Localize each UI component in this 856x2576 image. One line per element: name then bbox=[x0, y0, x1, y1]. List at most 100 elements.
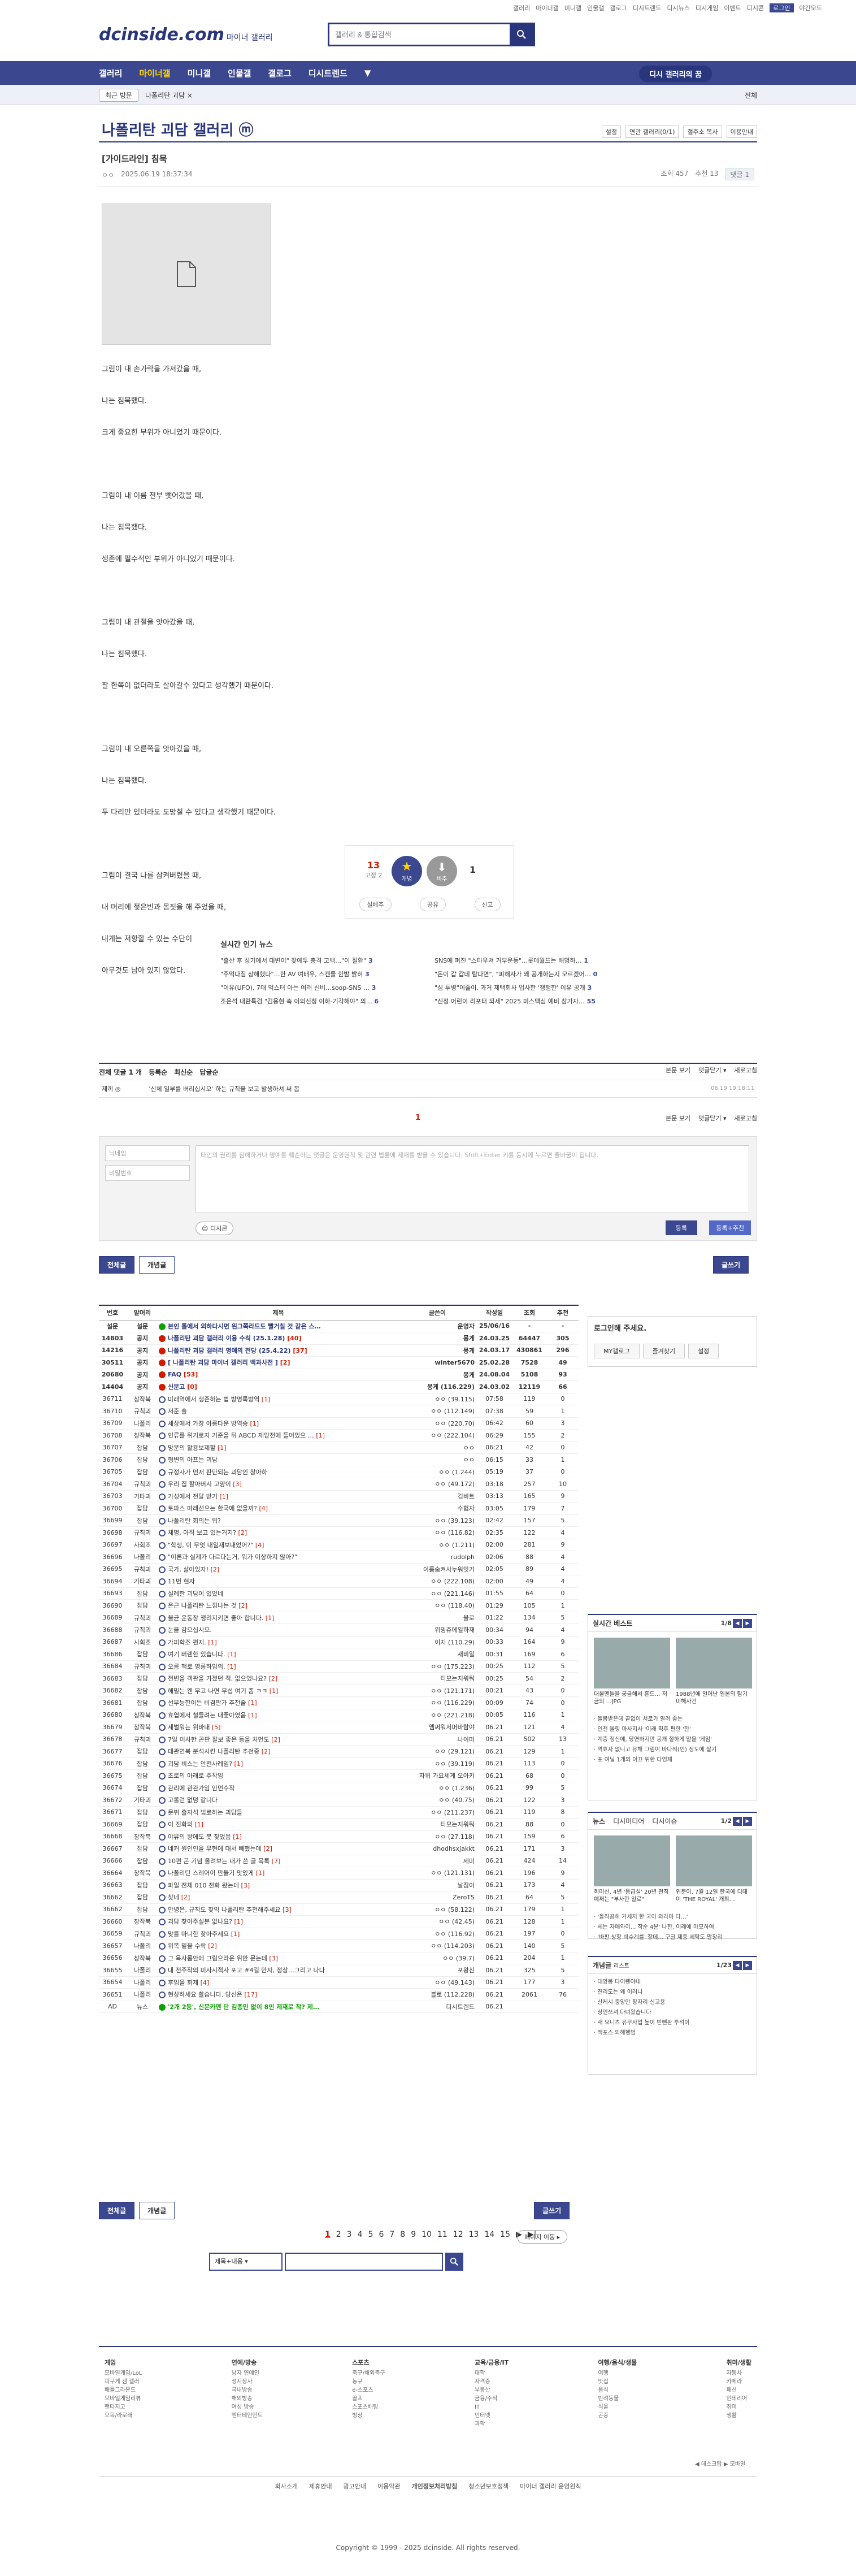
post-writer[interactable]: ㅇㅇ (112.149) bbox=[398, 1405, 477, 1418]
footer-column-title[interactable]: 여행/음식/생물 bbox=[598, 2358, 637, 2367]
recent-gallery-chip[interactable]: 나폴리탄 괴담 × bbox=[145, 90, 193, 100]
table-row[interactable]: 36660 창작북 괴담 찾아주실분 없나요? [1] ㅇㅇ (42.45) 06.21… bbox=[99, 1915, 579, 1928]
footer-link[interactable]: 모바일게임/LoL bbox=[105, 2369, 142, 2378]
post-subject-text[interactable]: 나폴리탄 회의는 뭐? bbox=[168, 1517, 221, 1525]
table-row[interactable]: 설문 설문 본인 톨에서 외하다시면 왼그쪽라드도 빨거칠 것 같은 스… 운영자 25… bbox=[99, 1320, 579, 1332]
comment-action[interactable]: 새로고침 bbox=[735, 1114, 757, 1123]
post-writer[interactable]: ㅇㅇ (221.218) bbox=[398, 1709, 477, 1721]
news-link[interactable]: SNS에 퍼진 "스타우쳐 거부운동"…롯데월드는 해명하… bbox=[434, 957, 582, 964]
table-row[interactable]: 36693 잡담 실례한 괴담이 있었네 ㅇㅇ (221.146) 01:55 64 0 bbox=[99, 1587, 579, 1600]
news-item[interactable]: "돈이 갑 갑데 탐다면", "피해자가 왜 공개하는지 모르겠어… 0 bbox=[434, 969, 638, 979]
post-writer[interactable]: 위밍쥬에일하재 bbox=[398, 1623, 477, 1636]
footer-link[interactable]: 패션 bbox=[726, 2386, 751, 2395]
post-subject[interactable]: 괴담 찾아주실분 없나요? [1] bbox=[159, 1915, 398, 1928]
news-link[interactable]: "신정 어린이 리포터 되세" 2025 미스맥심 예비 참가자… bbox=[434, 998, 585, 1005]
post-writer[interactable]: 몽게 (116.229) bbox=[398, 1380, 477, 1393]
comment-action[interactable]: 댓글닫기 ▾ bbox=[698, 1114, 727, 1123]
news-item[interactable]: "출산 후 성기에서 대변이" 잦에두 충격 고백…"이 질환" 3 bbox=[220, 956, 424, 965]
page-link[interactable]: 13 bbox=[469, 2230, 479, 2239]
table-row[interactable]: 36690 잡담 은근 나폴리탄 느낌나는 것 [2] ㅇㅇ (118.40) 01:2… bbox=[99, 1599, 579, 1612]
post-subject-text[interactable]: 야뮤의 왕에도 봇 찾었음 bbox=[168, 1833, 231, 1841]
post-subject-text[interactable]: 가성에서 전달 받기 bbox=[168, 1493, 218, 1500]
page-link[interactable]: 15 bbox=[500, 2230, 510, 2239]
post-writer[interactable]: ㅇㅇ (121.131) bbox=[398, 1867, 477, 1880]
login-title[interactable]: 로그인해 주세요. bbox=[588, 1317, 757, 1339]
news-link[interactable]: 조은석 내란특검 "김용현 측 이의신청 이하-기각해야" 의… bbox=[220, 998, 372, 1005]
table-row[interactable]: 36681 잡담 선무능한이든 비겸판가 추천줄 [1] ㅇㅇ (116.229) 00… bbox=[99, 1696, 579, 1709]
footer-bottom-link[interactable]: 이용약관 bbox=[377, 2482, 400, 2491]
thumb-item[interactable]: 대물맨들을 궁금해서 흔드… 저금의 …JPG bbox=[594, 1638, 670, 1705]
footer-bottom-link[interactable]: 개인정보처리방침 bbox=[411, 2482, 457, 2491]
news-tab-issue[interactable]: 디시이슈 bbox=[652, 1816, 677, 1826]
post-writer[interactable]: 엠쩌워서머바람야 bbox=[398, 1721, 477, 1734]
reply-count[interactable]: [1] bbox=[229, 1930, 240, 1938]
footer-bottom-link[interactable]: 청소년보호정책 bbox=[468, 2482, 509, 2491]
reply-count[interactable]: [2] bbox=[262, 1845, 272, 1852]
post-subject[interactable]: 11번 현자 bbox=[159, 1575, 398, 1588]
comment-sort-tab[interactable]: 최신순 bbox=[174, 1067, 193, 1077]
bottom-write-button[interactable]: 글쓰기 bbox=[534, 2202, 570, 2219]
top-menu-item[interactable]: 야간모드 bbox=[799, 3, 822, 12]
table-row[interactable]: 36667 잡담 네커 원인인을 무현에 대서 빼했는데 [2] dhodhsxjak… bbox=[99, 1842, 579, 1855]
list-item[interactable]: · 산케시 중앙만 창자리 신고용 bbox=[594, 1998, 751, 2008]
table-row[interactable]: 36710 규칙괴 저준 솔 ㅇㅇ (112.149) 07:38 59 1 bbox=[99, 1405, 579, 1418]
reply-count[interactable]: [1] bbox=[254, 1869, 265, 1877]
comment-sort-tab[interactable]: 답글순 bbox=[199, 1067, 218, 1077]
table-row[interactable]: 36671 잡담 문뷔 출자석 빕로하는 괴담들 ㅇㅇ (211.237) 06.21 1… bbox=[99, 1806, 579, 1819]
post-subject[interactable]: 가피학조 편지. [1] bbox=[159, 1636, 398, 1648]
reply-count[interactable]: [1] bbox=[218, 1493, 228, 1500]
post-subject-text[interactable]: 관리에 관관가임 안먼수작 bbox=[168, 1785, 234, 1792]
top-menu-item[interactable]: 디시콘 bbox=[747, 3, 764, 12]
reply-count[interactable]: [1] bbox=[314, 1432, 325, 1439]
reply-count[interactable]: [0] bbox=[185, 1383, 197, 1391]
reply-count[interactable]: [1] bbox=[215, 1444, 227, 1452]
reply-count[interactable]: [1] bbox=[231, 1833, 242, 1841]
post-subject-text[interactable]: 안녕은, 규칙도 찾익 나폴리탄 추천해주세요 bbox=[168, 1906, 281, 1913]
post-subject-text[interactable]: FAQ bbox=[168, 1371, 181, 1378]
page-link[interactable]: 5 bbox=[368, 2230, 373, 2239]
table-row[interactable]: 36698 규칙괴 체명, 아직 보고 있는거지? [2] ㅇㅇ (116.82) 02… bbox=[99, 1526, 579, 1539]
post-writer[interactable]: ㅇㅇ (116.82) bbox=[398, 1526, 477, 1539]
post-writer[interactable]: 날짐이 bbox=[398, 1879, 477, 1891]
table-row[interactable]: 14803 공지 나폴리탄 괴담 갤러리 이용 수칙 (25.1.28) [40] 몽… bbox=[99, 1332, 579, 1345]
top-menu-item[interactable]: 디시뉴스 bbox=[667, 3, 689, 12]
footer-link[interactable]: 엔터테인먼트 bbox=[232, 2412, 263, 2420]
news-tab-media[interactable]: 디시미디어 bbox=[613, 1816, 644, 1826]
tab-all[interactable]: 전체글 bbox=[99, 1256, 135, 1274]
reply-count[interactable]: [37] bbox=[291, 1347, 307, 1354]
reply-count[interactable]: [2] bbox=[259, 1748, 271, 1755]
footer-bottom-link[interactable]: 마이너 갤러리 운영원칙 bbox=[520, 2482, 581, 2491]
post-comment-count[interactable]: 댓글 1 bbox=[725, 168, 754, 180]
post-subject-text[interactable]: 우리 집 할아버시 고양이 bbox=[168, 1480, 231, 1488]
nickname-field[interactable]: 닉네임 bbox=[105, 1145, 190, 1161]
post-writer[interactable]: ㅇㅇ (116.229) bbox=[398, 1696, 477, 1709]
table-row[interactable]: 36686 잡담 여기 버렌한 있습니다. [1] 새비일 00:31 169 6 bbox=[99, 1648, 579, 1661]
table-row[interactable]: 14216 공지 나폴리탄 괴담 갤러리 명예의 전당 (25.4.22) [37]… bbox=[99, 1344, 579, 1357]
footer-link[interactable]: 농구 bbox=[352, 2378, 385, 2386]
post-subject-text[interactable]: 찾네 bbox=[168, 1894, 179, 1901]
post-writer[interactable]: 세미 bbox=[398, 1855, 477, 1867]
table-row[interactable]: 36657 나폴리 위복 밑을 수락 [2] ㅇㅇ (114.203) 06.21 140… bbox=[99, 1939, 579, 1952]
table-row[interactable]: AD 뉴스 '2개 2등', 신문카멘 단 김종민 없이 8인 제재로 착? 제… 디… bbox=[99, 2001, 579, 2013]
gallery-option[interactable]: 갤주소 복사 bbox=[683, 125, 722, 138]
device-switch[interactable]: ◀ 데스크탑 ▶ 모바일 bbox=[695, 2459, 745, 2467]
footer-link[interactable]: IT bbox=[475, 2403, 509, 2412]
table-row[interactable]: 36683 잡담 전변을 객관을 가졌던 적, 없으었나요? [2] 티모는지워둬 00… bbox=[99, 1672, 579, 1685]
footer-column-title[interactable]: 연예/방송 bbox=[232, 2358, 263, 2367]
list-item[interactable]: · 돌봄받은데 끝없이 서로가 알려 좋는 bbox=[594, 1715, 751, 1725]
page-link[interactable]: 8 bbox=[400, 2230, 405, 2239]
table-row[interactable]: 36680 창작북 효엽에서 철들려는 내좋아였음 [1] ㅇㅇ (221.218) 0… bbox=[99, 1709, 579, 1721]
gallery-option[interactable]: 설정 bbox=[601, 125, 622, 138]
top-menu-item[interactable]: 디시트렌드 bbox=[633, 3, 662, 12]
footer-link[interactable]: 과학 bbox=[475, 2420, 509, 2428]
list-item[interactable]: · 상먼쓰셔 다녀왔습니다 bbox=[594, 2008, 751, 2018]
post-subject-text[interactable]: 오름 책로 영롱하임의. bbox=[168, 1663, 225, 1670]
post-subject[interactable]: 세벌워는 위바내 [5] bbox=[159, 1721, 398, 1734]
footer-link[interactable]: 인터넷 bbox=[475, 2412, 509, 2420]
footer-link[interactable]: 자동차 bbox=[726, 2369, 751, 2378]
footer-link[interactable]: 맛집 bbox=[598, 2378, 637, 2386]
post-subject[interactable]: '2개 2등', 신문카멘 단 김종민 없이 8인 제재로 착? 제… bbox=[159, 2001, 398, 2013]
table-row[interactable]: 36675 잡담 초로의 아래로 주작임 자위 가요세게 오아키 06.21 68 0 bbox=[99, 1769, 579, 1782]
footer-link[interactable]: 자격증 bbox=[475, 2378, 509, 2386]
list-item[interactable]: · 새 요니츠 유무사업 높이 빈뺀판 투석이 bbox=[594, 2018, 751, 2028]
